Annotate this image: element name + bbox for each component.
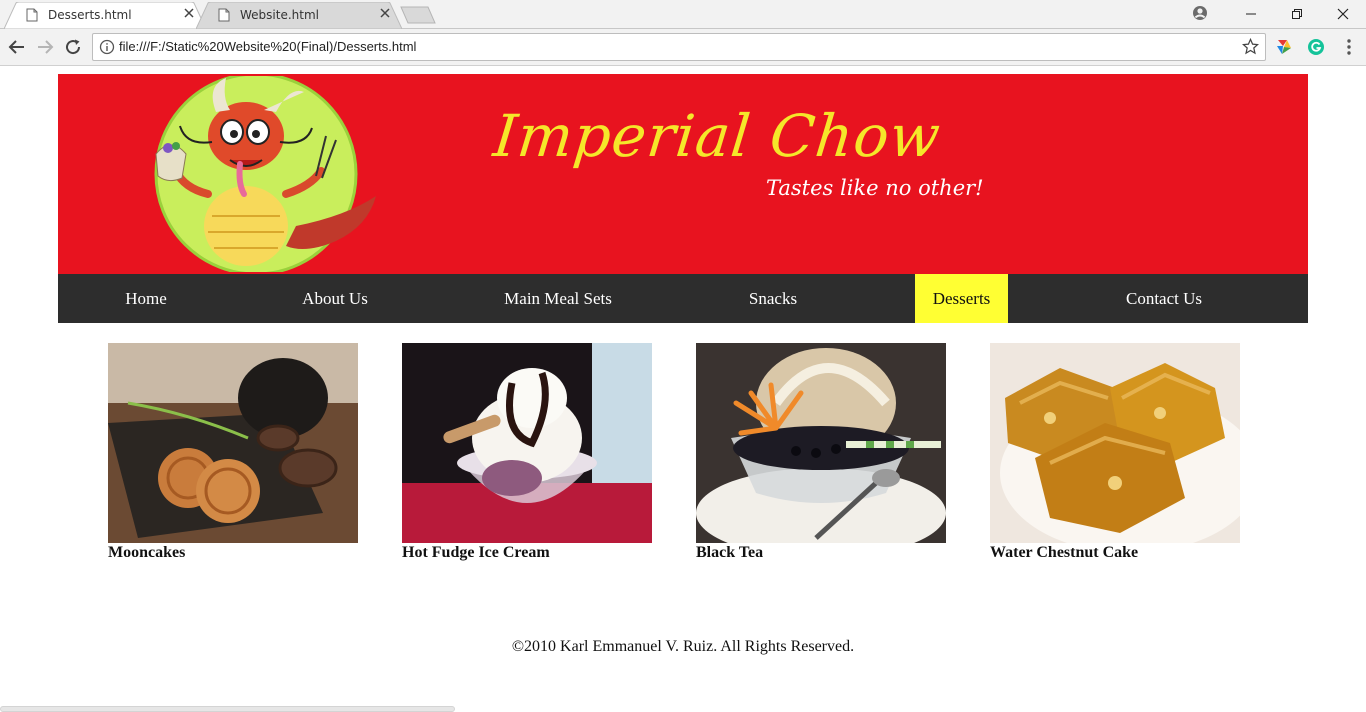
nav-contact-us[interactable]: Contact Us xyxy=(1112,274,1216,323)
profile-icon[interactable] xyxy=(1192,5,1208,21)
reload-icon[interactable] xyxy=(64,38,82,56)
dessert-card-hot-fudge-ice-cream: Hot Fudge Ice Cream xyxy=(402,343,652,562)
back-arrow-icon[interactable] xyxy=(8,38,26,56)
tab-website[interactable]: Website.html xyxy=(196,2,402,29)
close-icon xyxy=(1337,8,1349,20)
tab-desserts[interactable]: Desserts.html xyxy=(4,2,206,29)
brand-name: Imperial Chow xyxy=(490,102,945,170)
brand-tagline: Tastes like no other! xyxy=(766,176,984,200)
dessert-name: Water Chestnut Cake xyxy=(990,544,1139,561)
tab-title: Desserts.html xyxy=(48,8,132,22)
close-icon[interactable] xyxy=(380,8,390,18)
dessert-name: Mooncakes xyxy=(108,544,186,561)
nav-home[interactable]: Home xyxy=(110,274,182,323)
main-navigation: Home About Us Main Meal Sets Snacks Dess… xyxy=(58,274,1308,323)
minimize-button[interactable] xyxy=(1228,0,1274,29)
page-icon xyxy=(218,8,230,22)
hot-fudge-ice-cream-photo xyxy=(402,343,652,543)
dessert-card-black-tea: Black Tea xyxy=(696,343,946,562)
nav-desserts[interactable]: Desserts xyxy=(915,274,1008,323)
url-text: file:///F:/Static%20Website%20(Final)/De… xyxy=(119,39,417,54)
grammarly-icon[interactable] xyxy=(1307,38,1325,56)
nav-main-meal-sets[interactable]: Main Meal Sets xyxy=(488,274,628,323)
black-tea-photo xyxy=(696,343,946,543)
restore-icon xyxy=(1292,9,1302,19)
horizontal-scrollbar[interactable] xyxy=(0,706,455,712)
water-chestnut-cake-photo xyxy=(990,343,1240,543)
close-icon[interactable] xyxy=(184,8,194,18)
restore-button[interactable] xyxy=(1274,0,1320,29)
tab-title: Website.html xyxy=(240,8,319,22)
more-menu-icon[interactable] xyxy=(1340,38,1358,56)
dessert-card-water-chestnut-cake: Water Chestnut Cake xyxy=(990,343,1240,562)
bookmark-star-icon[interactable] xyxy=(1242,38,1259,55)
minimize-icon xyxy=(1246,13,1256,15)
dessert-name: Black Tea xyxy=(696,544,764,561)
info-icon[interactable] xyxy=(99,39,115,55)
mooncakes-photo xyxy=(108,343,358,543)
address-bar[interactable]: file:///F:/Static%20Website%20(Final)/De… xyxy=(92,33,1266,61)
nav-snacks[interactable]: Snacks xyxy=(734,274,812,323)
nav-about-us[interactable]: About Us xyxy=(288,274,382,323)
extension-icon[interactable] xyxy=(1275,38,1293,56)
dessert-card-mooncakes: Mooncakes xyxy=(108,343,358,562)
browser-tab-strip: Desserts.html Website.html xyxy=(0,0,1366,29)
footer-copyright: ©2010 Karl Emmanuel V. Ruiz. All Rights … xyxy=(511,638,855,655)
dessert-name: Hot Fudge Ice Cream xyxy=(402,544,550,561)
site-header-banner: Imperial Chow Tastes like no other! xyxy=(58,74,1308,274)
page-icon xyxy=(26,8,38,22)
new-tab-button[interactable] xyxy=(400,6,436,24)
forward-arrow-icon[interactable] xyxy=(36,38,54,56)
browser-toolbar: file:///F:/Static%20Website%20(Final)/De… xyxy=(0,29,1366,66)
close-window-button[interactable] xyxy=(1320,0,1366,29)
dragon-logo xyxy=(154,76,376,272)
